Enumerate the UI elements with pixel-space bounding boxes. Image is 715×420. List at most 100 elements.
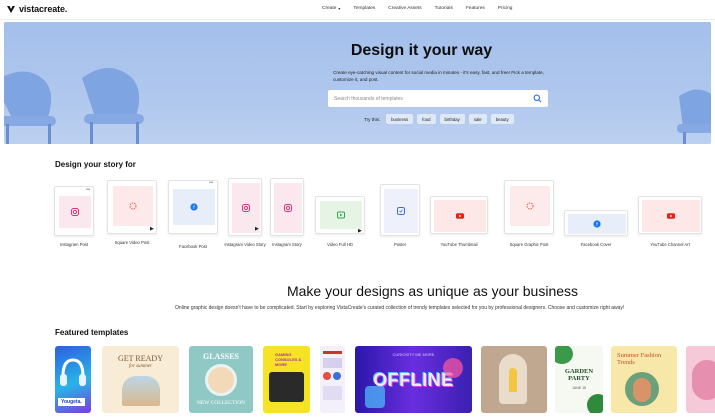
template-text: Summer Fashion Trends	[617, 352, 662, 366]
template-garden-party[interactable]: GARDEN PARTY JUNE 15	[555, 346, 603, 413]
template-text: GET READY	[118, 354, 163, 363]
template-shape	[365, 386, 385, 408]
format-card: ▶	[107, 180, 157, 234]
headphones-illustration	[60, 358, 86, 386]
template-dot	[333, 372, 341, 380]
format-card	[270, 178, 304, 236]
template-subtext: CURIOSITY ME MORE	[392, 352, 435, 357]
more-icon: •••	[86, 187, 90, 193]
template-block	[323, 358, 342, 368]
format-youtube-thumbnail[interactable]: YouTube Thumbnail	[430, 196, 488, 260]
hero-subtitle: Create eye-catching visual content for s…	[333, 70, 544, 82]
instagram-icon	[284, 204, 292, 212]
poster-icon	[397, 207, 405, 215]
format-instagram-video-story[interactable]: ▶ Instagram Video Story	[224, 178, 266, 260]
story-section-title: Design your story for	[55, 160, 136, 169]
chip-sale[interactable]: sale	[468, 114, 487, 124]
format-youtube-channel-art[interactable]: YouTube Channel Art	[638, 196, 702, 260]
chip-beauty[interactable]: beauty	[490, 114, 514, 124]
template-dot	[323, 372, 331, 380]
nav-creative-assets[interactable]: Creative Assets	[388, 6, 421, 11]
format-card: ▶	[228, 178, 262, 236]
format-facebook-cover[interactable]: f Facebook Cover	[564, 210, 628, 260]
nav-features[interactable]: Features	[466, 6, 485, 11]
promo-heading: Make your designs as unique as your busi…	[286, 283, 579, 299]
nav-tutorials-label: Tutorials	[434, 6, 453, 11]
chip-business[interactable]: business	[386, 114, 414, 124]
format-label: YouTube Thumbnail	[440, 242, 478, 247]
promo-text: Online graphic design doesn't have to be…	[175, 305, 625, 311]
template-shape	[443, 358, 463, 378]
format-square-video-post[interactable]: ▶ Square Video Post	[107, 178, 157, 258]
template-bar	[323, 351, 342, 354]
template-yougeta[interactable]: Yougeta.	[55, 346, 91, 413]
format-card: f	[564, 210, 628, 236]
search-icon[interactable]	[533, 94, 542, 103]
facebook-icon: f	[190, 203, 198, 211]
template-get-ready[interactable]: GET READY for summer	[102, 346, 179, 413]
template-figure	[633, 378, 651, 402]
format-instagram-post[interactable]: ••• Instagram Post	[54, 180, 94, 260]
nav-templates[interactable]: Templates	[353, 6, 375, 11]
format-label: Square Video Post	[114, 240, 150, 245]
template-leaf	[587, 394, 603, 413]
template-text: GAMING CONSOLES & MORE	[275, 352, 302, 367]
template-text: GARDEN PARTY	[564, 368, 594, 382]
template-infographic[interactable]	[320, 346, 345, 413]
hero-title: Design it your way	[350, 42, 493, 59]
play-small-icon: ▶	[358, 228, 362, 234]
nav-features-label: Features	[465, 6, 485, 11]
nav-pricing-label: Pricing	[497, 6, 513, 11]
logo[interactable]: vistacreate.	[6, 4, 67, 14]
format-card: f •••	[168, 180, 218, 234]
template-glasses[interactable]: GLASSES NEW COLLECTION	[189, 346, 253, 413]
template-search-bar[interactable]	[328, 90, 548, 107]
format-card	[638, 196, 702, 234]
play-icon: ▶	[255, 226, 259, 232]
template-summer-fashion[interactable]: Summer Fashion Trends	[611, 346, 677, 413]
play-icon: ▶	[150, 226, 154, 232]
video-spinner-icon	[129, 202, 137, 210]
template-text: GLASSES	[202, 352, 240, 361]
chairs-illustration	[4, 68, 144, 144]
nav-pricing[interactable]: Pricing	[498, 6, 513, 11]
play-icon	[337, 211, 345, 219]
try-this-row: Try this: business food birthday sale be…	[364, 114, 514, 124]
format-label: Facebook Post	[179, 244, 207, 249]
format-video-full-hd[interactable]: ▶ Video Full HD	[315, 196, 365, 260]
try-this-label: Try this:	[364, 116, 381, 122]
format-label: Video Full HD	[327, 242, 353, 247]
graphic-spinner-icon	[526, 202, 534, 210]
nav-templates-label: Templates	[353, 6, 376, 11]
format-instagram-story[interactable]: Instagram Story	[270, 178, 304, 260]
format-poster[interactable]: Poster	[380, 184, 420, 260]
template-offline[interactable]: CURIOSITY ME MORE OFFLINE	[355, 346, 472, 413]
format-label: Instagram Story	[272, 242, 302, 247]
template-candle[interactable]	[481, 346, 547, 413]
main-nav: Create ▾ Templates Creative Assets Tutor…	[322, 6, 525, 11]
template-photo	[205, 364, 237, 396]
nav-create[interactable]: Create ▾	[322, 6, 340, 11]
search-input[interactable]	[334, 95, 533, 102]
format-label: Poster	[393, 242, 407, 247]
template-gaming[interactable]: GAMING CONSOLES & MORE	[263, 346, 310, 413]
format-label: YouTube Channel Art	[650, 242, 690, 247]
template-photo	[122, 376, 160, 406]
featured-title: Featured templates	[55, 328, 129, 337]
nav-tutorials[interactable]: Tutorials	[435, 6, 453, 11]
chip-birthday[interactable]: birthday	[439, 114, 465, 124]
format-card: ▶	[315, 196, 365, 234]
format-label: Facebook Cover	[580, 242, 612, 247]
format-square-graphic-post[interactable]: Square Graphic Post	[504, 178, 554, 260]
chip-food[interactable]: food	[417, 114, 436, 124]
youtube-icon	[456, 213, 464, 219]
template-pink[interactable]	[686, 346, 715, 413]
facebook-icon: f	[593, 220, 601, 228]
more-icon: •••	[209, 180, 213, 186]
format-facebook-post[interactable]: f ••• Facebook Post	[168, 180, 218, 260]
logo-text: vistacreate.	[19, 4, 68, 14]
template-subtext: JUNE 15	[571, 386, 586, 390]
chair-right-illustration	[677, 89, 711, 144]
format-card	[430, 196, 488, 234]
format-card	[504, 180, 554, 234]
